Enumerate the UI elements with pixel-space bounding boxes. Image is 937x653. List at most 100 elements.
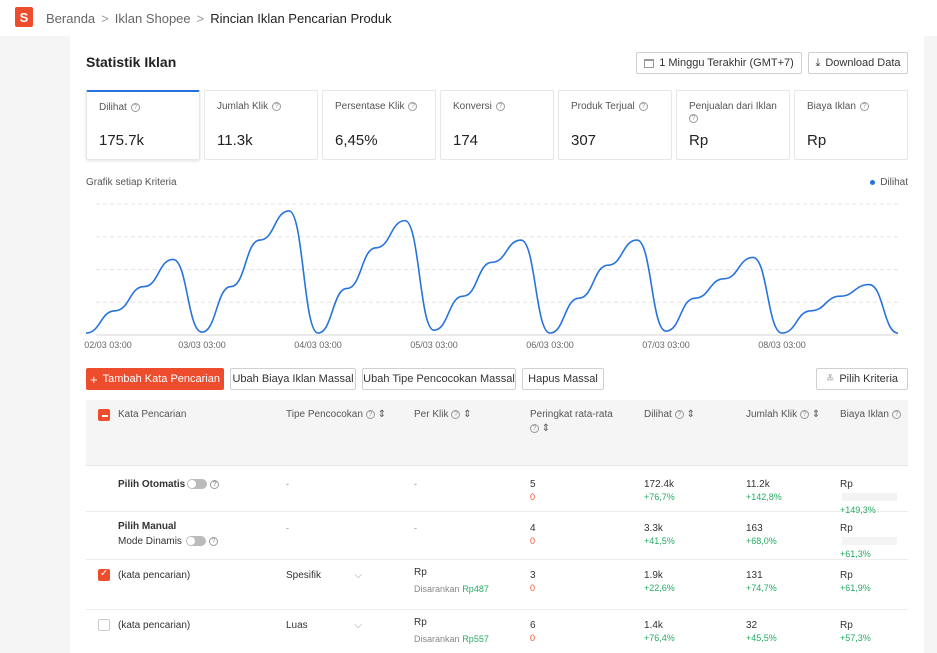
- sort-icon[interactable]: ⇕: [542, 423, 550, 434]
- help-icon[interactable]: ?: [451, 409, 461, 419]
- per-click-value[interactable]: Rp: [414, 567, 427, 578]
- row-per-click: Rp Disarankan Rp557: [414, 616, 489, 649]
- metric-card-items-sold[interactable]: Produk Terjual? 307: [558, 90, 672, 160]
- help-icon[interactable]: ?: [891, 409, 901, 419]
- data-point[interactable]: [895, 330, 901, 336]
- breadcrumb-home[interactable]: Beranda: [46, 11, 95, 26]
- data-point[interactable]: [634, 237, 640, 243]
- data-point[interactable]: [199, 329, 205, 335]
- data-point[interactable]: [228, 284, 234, 290]
- table-row: (kata pencarian) Luas ⌵ Rp Disarankan Rp55…: [86, 610, 908, 653]
- help-icon[interactable]: ?: [210, 479, 220, 489]
- per-click-value[interactable]: Rp: [414, 617, 427, 628]
- data-point[interactable]: [663, 328, 669, 334]
- help-icon[interactable]: ?: [130, 102, 140, 112]
- rank-delta: 0: [530, 633, 536, 643]
- row-rank: 60: [530, 619, 536, 645]
- col-clicks[interactable]: Jumlah Klik? ⇕: [746, 408, 820, 422]
- select-all-checkbox[interactable]: [98, 409, 110, 421]
- data-point[interactable]: [344, 285, 350, 291]
- clicks-delta: +142,8%: [746, 492, 782, 502]
- page-title: Statistik Iklan: [86, 54, 177, 70]
- data-point[interactable]: [605, 262, 611, 268]
- x-tick-label: 05/03 03:00: [410, 340, 458, 350]
- help-icon[interactable]: ?: [638, 101, 648, 111]
- data-point[interactable]: [141, 284, 147, 290]
- data-point[interactable]: [112, 308, 118, 314]
- sort-icon[interactable]: ⇕: [378, 409, 386, 420]
- data-point[interactable]: [257, 237, 263, 243]
- pick-criteria-button[interactable]: ≚ Pilih Kriteria: [816, 368, 908, 390]
- col-ad-cost[interactable]: Biaya Iklan?: [840, 408, 901, 422]
- breadcrumb-separator: >: [101, 11, 109, 26]
- col-per-click[interactable]: Per Klik? ⇕: [414, 408, 472, 422]
- suggested-bid-link[interactable]: Rp487: [462, 584, 489, 594]
- dynamic-mode-toggle[interactable]: [185, 536, 206, 547]
- help-icon[interactable]: ?: [408, 101, 418, 111]
- bulk-delete-button[interactable]: Hapus Massal: [522, 368, 604, 390]
- help-icon[interactable]: ?: [859, 101, 869, 111]
- data-point[interactable]: [170, 256, 176, 262]
- shopee-logo-icon[interactable]: S: [15, 7, 33, 27]
- data-point[interactable]: [315, 330, 321, 336]
- bulk-edit-match-type-button[interactable]: Ubah Tipe Pencocokan Massal: [362, 368, 516, 390]
- help-icon[interactable]: ?: [800, 409, 810, 419]
- col-match-type[interactable]: Tipe Pencocokan? ⇕: [286, 408, 386, 422]
- help-icon[interactable]: ?: [530, 423, 539, 433]
- help-icon[interactable]: ?: [272, 101, 282, 111]
- row-checkbox[interactable]: [98, 619, 110, 631]
- help-icon[interactable]: ?: [495, 101, 505, 111]
- row-checkbox[interactable]: [98, 568, 110, 581]
- match-type-select[interactable]: Luas ⌵: [286, 619, 362, 632]
- chart-legend[interactable]: Dilihat: [870, 177, 908, 188]
- col-avg-rank[interactable]: Peringkat rata-rata? ⇕: [530, 408, 620, 436]
- views-delta: +41,5%: [644, 536, 675, 546]
- help-icon[interactable]: ?: [365, 409, 375, 419]
- x-tick-label: 07/03 03:00: [642, 340, 690, 350]
- col-keyword[interactable]: Kata Pencarian: [118, 408, 186, 422]
- cost-value: Rp: [840, 523, 853, 534]
- metric-card-clicks[interactable]: Jumlah Klik? 11.3k: [204, 90, 318, 160]
- date-range-picker[interactable]: 1 Minggu Terakhir (GMT+7): [636, 52, 802, 74]
- match-type-value: Luas: [286, 620, 308, 631]
- data-point[interactable]: [402, 218, 408, 224]
- sort-icon[interactable]: ⇕: [812, 409, 820, 420]
- data-point[interactable]: [808, 308, 814, 314]
- data-point[interactable]: [286, 208, 292, 214]
- sort-icon[interactable]: ⇕: [463, 409, 471, 420]
- breadcrumb-shopee-ads[interactable]: Iklan Shopee: [115, 11, 191, 26]
- auto-select-toggle[interactable]: [187, 479, 208, 490]
- col-views[interactable]: Dilihat? ⇕: [644, 408, 695, 422]
- rank-value: 4: [530, 523, 536, 534]
- data-point[interactable]: [431, 327, 437, 333]
- add-keyword-button[interactable]: + Tambah Kata Pencarian: [86, 368, 224, 390]
- metric-card-conversions[interactable]: Konversi? 174: [440, 90, 554, 160]
- match-type-select[interactable]: Spesifik ⌵: [286, 569, 362, 582]
- help-icon[interactable]: ?: [208, 536, 218, 546]
- metric-card-ctr[interactable]: Persentase Klik? 6,45%: [322, 90, 436, 160]
- metric-card-ad-cost[interactable]: Biaya Iklan? Rp: [794, 90, 908, 160]
- data-point[interactable]: [750, 254, 756, 260]
- metric-card-views[interactable]: Dilihat? 175.7k: [86, 90, 200, 160]
- data-point[interactable]: [547, 330, 553, 336]
- data-point[interactable]: [86, 330, 89, 336]
- metric-card-ad-sales[interactable]: Penjualan dari Iklan? Rp: [676, 90, 790, 160]
- clicks-delta: +68,0%: [746, 536, 777, 546]
- data-point[interactable]: [373, 245, 379, 251]
- data-point[interactable]: [866, 282, 872, 288]
- data-point[interactable]: [721, 276, 727, 282]
- chevron-double-down-icon: ≚: [825, 373, 835, 385]
- bulk-edit-cost-button[interactable]: Ubah Biaya Iklan Massal: [230, 368, 356, 390]
- data-point[interactable]: [692, 295, 698, 301]
- data-point[interactable]: [460, 293, 466, 299]
- data-point[interactable]: [837, 293, 843, 299]
- help-icon[interactable]: ?: [674, 409, 684, 419]
- data-point[interactable]: [489, 259, 495, 265]
- help-icon[interactable]: ?: [689, 113, 698, 123]
- suggested-bid-link[interactable]: Rp557: [462, 634, 489, 644]
- data-point[interactable]: [779, 330, 785, 336]
- data-point[interactable]: [518, 237, 524, 243]
- data-point[interactable]: [576, 295, 582, 301]
- download-data-button[interactable]: ⤓ Download Data: [808, 52, 908, 74]
- sort-icon[interactable]: ⇕: [687, 409, 695, 420]
